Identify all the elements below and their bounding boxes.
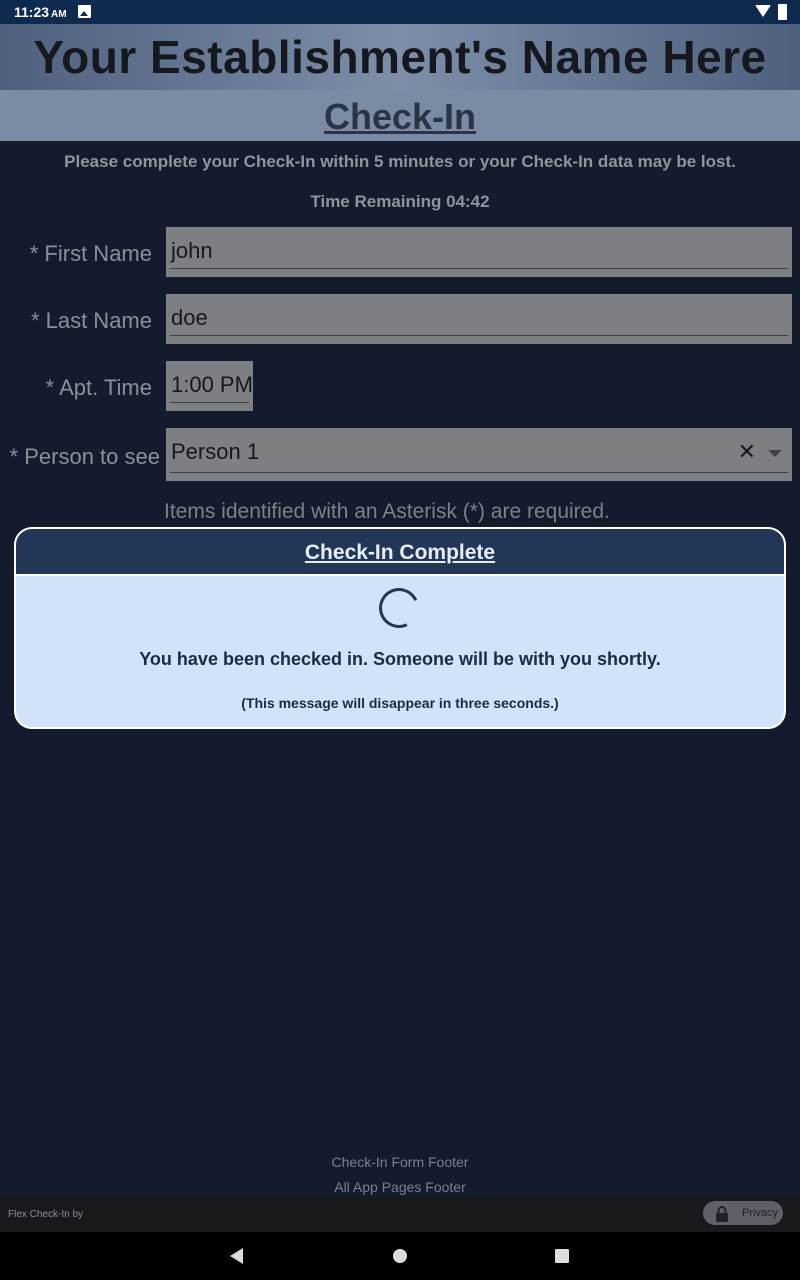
dialog-subtext: (This message will disappear in three se… xyxy=(241,695,559,711)
first-name-input[interactable]: john xyxy=(166,227,792,277)
battery-icon xyxy=(778,4,787,20)
instructions-text: Please complete your Check-In within 5 m… xyxy=(64,152,736,171)
back-icon[interactable] xyxy=(230,1248,243,1264)
input-underline xyxy=(170,335,788,336)
time-remaining: Time Remaining 04:42 xyxy=(310,192,490,211)
dialog-title: Check-In Complete xyxy=(304,541,496,564)
last-name-value: doe xyxy=(171,305,208,330)
input-underline xyxy=(170,472,788,473)
dialog-header: Check-In Complete xyxy=(16,529,784,576)
bottom-bar: Flex Check-In by Privacy xyxy=(0,1196,800,1232)
privacy-label: Privacy xyxy=(742,1207,779,1219)
input-underline xyxy=(170,402,249,403)
image-notification-icon xyxy=(78,5,91,18)
status-bar: 11:23 AM xyxy=(0,0,800,24)
privacy-button[interactable]: Privacy xyxy=(703,1201,783,1225)
first-name-value: john xyxy=(171,238,213,263)
last-name-input[interactable]: doe xyxy=(166,294,792,344)
person-to-see-label: * Person to see xyxy=(9,444,160,469)
apt-time-input[interactable]: 1:00 PM xyxy=(166,361,253,411)
apt-time-value: 1:00 PM xyxy=(171,372,253,397)
apt-time-label: * Apt. Time xyxy=(45,375,152,400)
brand-text: Flex Check-In by xyxy=(8,1209,84,1220)
form-footer: Check-In Form Footer xyxy=(331,1154,469,1170)
person-to-see-select[interactable]: Person 1 ✕ xyxy=(166,428,792,481)
recent-apps-icon[interactable] xyxy=(555,1249,569,1263)
first-name-label: * First Name xyxy=(29,241,152,266)
checkin-complete-dialog: Check-In Complete You have been checked … xyxy=(14,527,786,729)
page-title: Check-In xyxy=(323,96,477,137)
input-underline xyxy=(170,268,788,269)
loading-spinner-icon xyxy=(373,582,425,634)
required-note: Items identified with an Asterisk (*) ar… xyxy=(164,500,610,523)
page-title-bar: Check-In xyxy=(0,90,800,141)
establishment-header: Your Establishment's Name Here xyxy=(0,24,800,90)
establishment-name: Your Establishment's Name Here xyxy=(33,31,767,83)
clock: 11:23 AM xyxy=(14,4,67,20)
chevron-down-icon[interactable] xyxy=(768,450,782,457)
home-icon[interactable] xyxy=(393,1249,407,1263)
last-name-label: * Last Name xyxy=(30,308,152,333)
person-to-see-value: Person 1 xyxy=(171,439,260,464)
dialog-message: You have been checked in. Someone will b… xyxy=(139,649,661,669)
navigation-bar xyxy=(0,1232,800,1280)
clear-selection-icon[interactable]: ✕ xyxy=(738,439,756,465)
wifi-icon xyxy=(755,5,771,17)
lock-icon xyxy=(716,1206,728,1222)
app-footer: All App Pages Footer xyxy=(334,1179,466,1195)
